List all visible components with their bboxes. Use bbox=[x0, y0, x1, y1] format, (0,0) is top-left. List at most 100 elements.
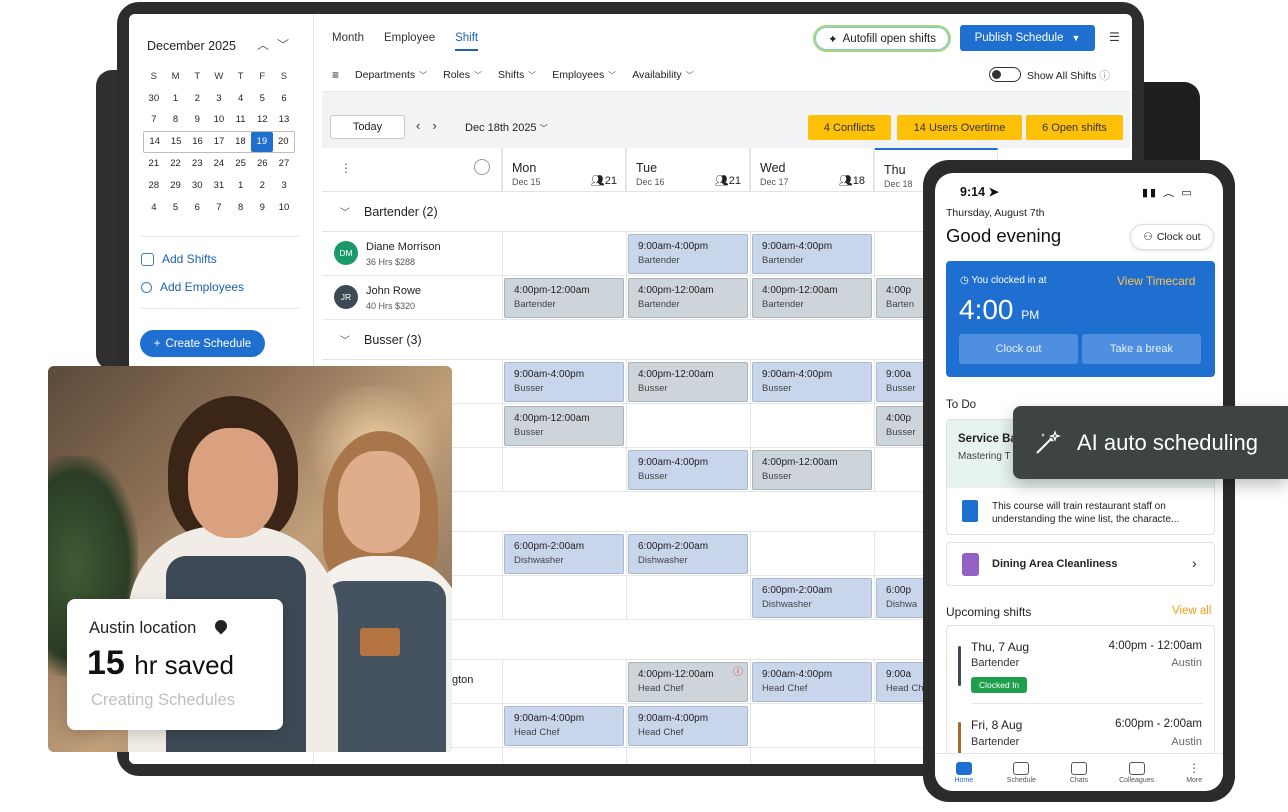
filter-settings-icon[interactable]: ☰ bbox=[1109, 30, 1120, 44]
add-employees-link[interactable]: Add Employees bbox=[141, 280, 244, 294]
shift-block[interactable]: 6:00pm-2:00am Dishwasher bbox=[752, 578, 872, 618]
publish-schedule-button[interactable]: Publish Schedule ▼ bbox=[960, 25, 1095, 51]
shift-block[interactable]: 9:00am-4:00pm Bartender bbox=[752, 234, 872, 274]
shift-block[interactable]: 4:00pm-12:00am Head Chef ⓘ bbox=[628, 662, 748, 702]
open-shifts-badge[interactable]: 6 Open shifts bbox=[1026, 115, 1123, 140]
tab-home[interactable]: Home bbox=[935, 754, 993, 791]
shift-block[interactable]: 9:00am-4:00pm Busser bbox=[504, 362, 624, 402]
crosshair-icon[interactable] bbox=[474, 159, 490, 175]
chevron-right-icon[interactable]: › bbox=[432, 118, 448, 133]
date-picker[interactable]: Dec 18th 2025 ﹀ bbox=[465, 122, 548, 134]
tab-colleagues[interactable]: Colleagues bbox=[1108, 754, 1166, 791]
calendar-day[interactable]: 26 bbox=[251, 154, 273, 174]
calendar-week-row[interactable]: 4 5 6 7 8 9 10 bbox=[143, 197, 295, 219]
calendar-week-row[interactable]: 21 22 23 24 25 26 27 bbox=[143, 153, 295, 175]
conflicts-badge[interactable]: 4 Conflicts bbox=[808, 115, 891, 140]
view-timecard-link[interactable]: View Timecard bbox=[1117, 274, 1195, 288]
calendar-day[interactable]: 6 bbox=[273, 89, 295, 109]
shift-block[interactable]: 9:00am-4:00pm Head Chef bbox=[628, 706, 748, 746]
calendar-day[interactable]: 8 bbox=[230, 198, 252, 218]
calendar-day[interactable]: 10 bbox=[208, 110, 230, 130]
calendar-day[interactable]: 28 bbox=[143, 176, 165, 196]
calendar-day[interactable]: 7 bbox=[143, 110, 165, 130]
calendar-day[interactable]: 23 bbox=[186, 154, 208, 174]
tab-shift[interactable]: Shift bbox=[455, 32, 479, 51]
calendar-day[interactable]: 20 bbox=[273, 132, 294, 152]
shift-block[interactable]: 4:00pm-12:00am Bartender bbox=[752, 278, 872, 318]
shift-block[interactable]: 6:00pm-2:00am Dishwasher bbox=[628, 534, 748, 574]
tab-chats[interactable]: Chats bbox=[1050, 754, 1108, 791]
calendar-day[interactable]: 30 bbox=[143, 89, 165, 109]
calendar-nav[interactable]: ︿﹀ bbox=[257, 36, 297, 53]
shift-block[interactable]: 9:00am-4:00pm Busser bbox=[628, 450, 748, 490]
calendar-day[interactable]: 4 bbox=[230, 89, 252, 109]
shift-block[interactable]: 9:00am-4:00pm Bartender bbox=[628, 234, 748, 274]
filter-lines-icon[interactable]: ≡ bbox=[332, 68, 339, 82]
calendar-day[interactable]: 13 bbox=[273, 110, 295, 130]
calendar-day[interactable]: 24 bbox=[208, 154, 230, 174]
calendar-day[interactable]: 3 bbox=[273, 176, 295, 196]
calendar-day[interactable]: 4 bbox=[143, 198, 165, 218]
add-shifts-link[interactable]: Add Shifts bbox=[141, 252, 217, 266]
calendar-day[interactable]: 11 bbox=[230, 110, 252, 130]
calendar-week-row[interactable]: 14 15 16 17 18 19 20 bbox=[143, 131, 295, 154]
shift-block[interactable]: 4:00pm-12:00am Busser bbox=[504, 406, 624, 446]
calendar-day[interactable]: 7 bbox=[208, 198, 230, 218]
autofill-open-shifts-button[interactable]: ✦ Autofill open shifts bbox=[813, 25, 951, 52]
calendar-day[interactable]: 19 bbox=[251, 132, 273, 153]
task-card[interactable]: Dining Area Cleanliness › bbox=[946, 542, 1215, 586]
calendar-week-row[interactable]: 7 8 9 10 11 12 13 bbox=[143, 110, 295, 132]
calendar-week-row[interactable]: 28 29 30 31 1 2 3 bbox=[143, 175, 295, 197]
calendar-day[interactable]: 31 bbox=[208, 176, 230, 196]
calendar-day[interactable]: 2 bbox=[186, 89, 208, 109]
take-break-button[interactable]: Take a break bbox=[1082, 334, 1201, 364]
create-schedule-button[interactable]: + Create Schedule bbox=[140, 330, 265, 357]
filter-shifts[interactable]: Shifts ﹀ bbox=[498, 69, 536, 81]
calendar-day[interactable]: 14 bbox=[144, 132, 165, 152]
tab-employee[interactable]: Employee bbox=[384, 32, 435, 51]
calendar-day[interactable]: 25 bbox=[230, 154, 252, 174]
calendar-day[interactable]: 21 bbox=[143, 154, 165, 174]
overtime-badge[interactable]: 14 Users Overtime bbox=[897, 115, 1022, 140]
shift-block[interactable]: 4:00pm-12:00am Bartender bbox=[504, 278, 624, 318]
shift-block[interactable]: 4:00pm-12:00am Busser bbox=[628, 362, 748, 402]
today-button[interactable]: Today bbox=[330, 115, 405, 139]
calendar-day[interactable]: 9 bbox=[186, 110, 208, 130]
show-all-shifts-toggle[interactable] bbox=[989, 67, 1021, 82]
filter-departments[interactable]: Departments ﹀ bbox=[355, 69, 427, 81]
calendar-day[interactable]: 15 bbox=[165, 132, 186, 152]
filter-employees[interactable]: Employees ﹀ bbox=[552, 69, 616, 81]
chevron-left-icon[interactable]: ‹ bbox=[416, 118, 432, 133]
calendar-day[interactable]: 2 bbox=[251, 176, 273, 196]
calendar-week-row[interactable]: 30 1 2 3 4 5 6 bbox=[143, 88, 295, 110]
filter-roles[interactable]: Roles ﹀ bbox=[443, 69, 482, 81]
shift-block[interactable]: 9:00am-4:00pm Head Chef bbox=[504, 706, 624, 746]
calendar-day[interactable]: 27 bbox=[273, 154, 295, 174]
shift-block[interactable]: 4:00pm-12:00am Busser bbox=[752, 450, 872, 490]
calendar-day[interactable]: 12 bbox=[251, 110, 273, 130]
view-all-link[interactable]: View all bbox=[1172, 605, 1211, 617]
tab-month[interactable]: Month bbox=[332, 32, 364, 51]
clock-out-button[interactable]: Clock out bbox=[959, 334, 1078, 364]
calendar-day[interactable]: 17 bbox=[208, 132, 229, 152]
shift-block[interactable]: 9:00am-4:00pm Busser bbox=[752, 362, 872, 402]
calendar-day[interactable]: 1 bbox=[165, 89, 187, 109]
calendar-day[interactable]: 6 bbox=[186, 198, 208, 218]
chevron-up-icon[interactable]: ︿ bbox=[257, 38, 277, 52]
calendar-day[interactable]: 16 bbox=[187, 132, 208, 152]
filter-availability[interactable]: Availability ﹀ bbox=[632, 69, 693, 81]
shift-block[interactable]: 9:00am-4:00pm Head Chef bbox=[752, 662, 872, 702]
calendar-day[interactable]: 22 bbox=[165, 154, 187, 174]
shift-block[interactable]: 4:00pm-12:00am Bartender bbox=[628, 278, 748, 318]
chevron-down-icon[interactable]: ﹀ bbox=[277, 38, 297, 52]
calendar-day[interactable]: 8 bbox=[165, 110, 187, 130]
calendar-day[interactable]: 3 bbox=[208, 89, 230, 109]
calendar-day[interactable]: 1 bbox=[230, 176, 252, 196]
calendar-day[interactable]: 29 bbox=[165, 176, 187, 196]
tab-more[interactable]: ⋮ More bbox=[1165, 754, 1223, 791]
calendar-day[interactable]: 9 bbox=[251, 198, 273, 218]
calendar-day[interactable]: 10 bbox=[273, 198, 295, 218]
calendar-day[interactable]: 5 bbox=[165, 198, 187, 218]
clock-out-pill-button[interactable]: ⚇ Clock out bbox=[1130, 224, 1214, 250]
more-vertical-icon[interactable]: ⋮ bbox=[340, 161, 352, 175]
